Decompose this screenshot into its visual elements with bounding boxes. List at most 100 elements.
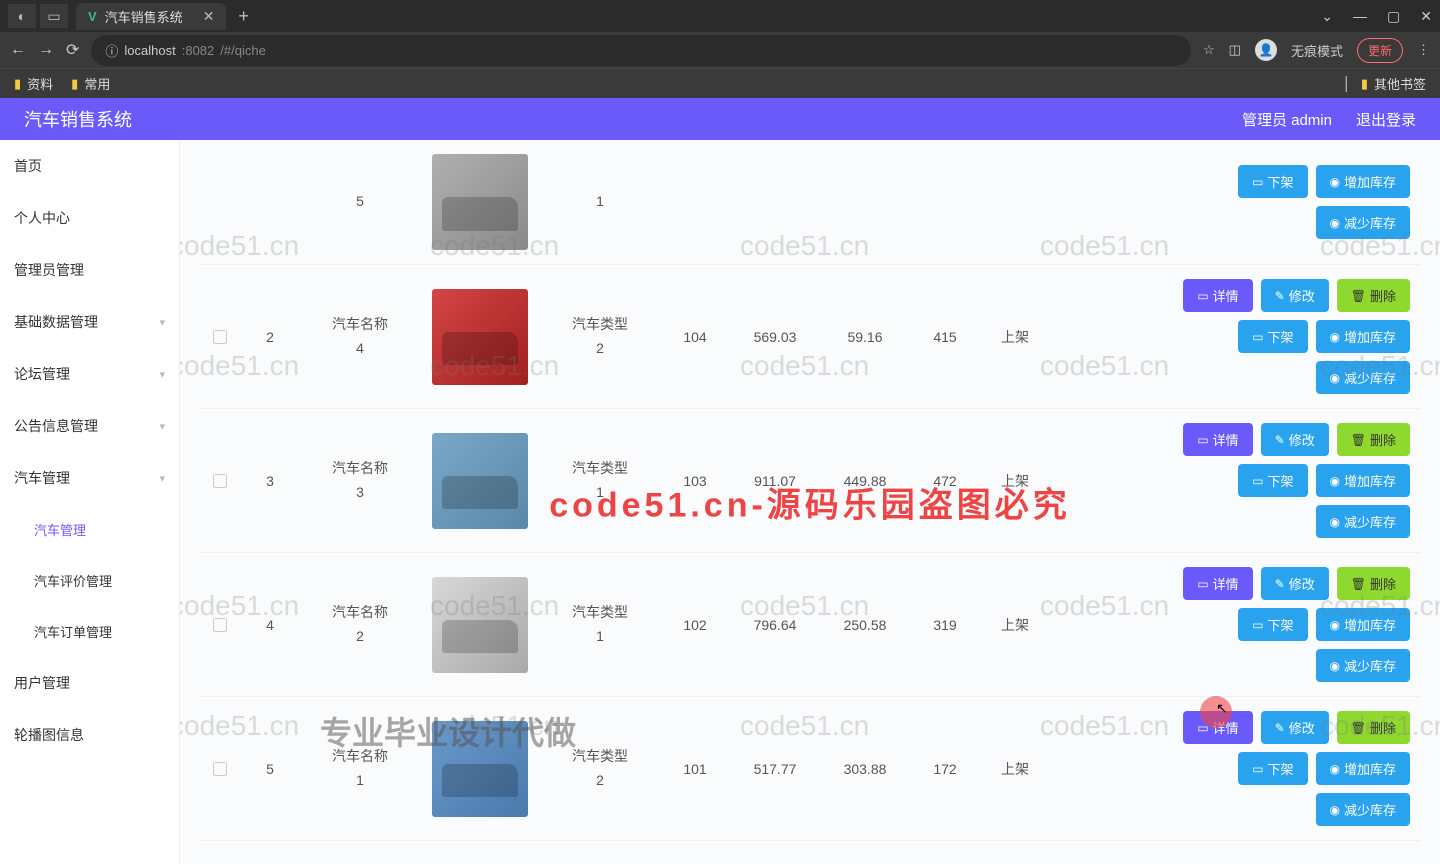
reduce_stock-button[interactable]: ◉减少库存: [1316, 649, 1411, 682]
site-info-icon[interactable]: ⓘ: [105, 41, 118, 60]
unshelve-icon: ▭: [1252, 175, 1263, 189]
folder-icon: ▮: [71, 76, 78, 92]
sidebar-item-9[interactable]: 汽车订单管理: [0, 606, 179, 657]
window-tab-2[interactable]: ▭: [40, 4, 68, 28]
car-name: 5: [300, 190, 420, 214]
row-checkbox[interactable]: [213, 762, 227, 776]
reduce_stock-button[interactable]: ◉减少库存: [1316, 206, 1411, 239]
reduce_stock-button[interactable]: ◉减少库存: [1316, 361, 1411, 394]
sidebar-item-6[interactable]: 汽车管理▾: [0, 452, 179, 504]
col-n3: 59.16: [820, 329, 910, 345]
col-n2: 569.03: [730, 329, 820, 345]
reduce_stock-icon: ◉: [1330, 216, 1340, 230]
unshelve-button[interactable]: ▭下架: [1238, 752, 1307, 785]
new-tab-button[interactable]: +: [238, 6, 249, 27]
window-tab-1[interactable]: ◐: [8, 4, 36, 28]
unshelve-icon: ▭: [1252, 618, 1263, 632]
reduce_stock-button[interactable]: ◉减少库存: [1316, 793, 1411, 826]
edit-button[interactable]: ✎修改: [1261, 423, 1329, 456]
unshelve-button[interactable]: ▭下架: [1238, 320, 1307, 353]
url-path: /#/qiche: [220, 43, 266, 58]
detail-button[interactable]: ▭详情: [1183, 567, 1252, 600]
update-button[interactable]: 更新: [1357, 38, 1403, 63]
add_stock-button[interactable]: ◉增加库存: [1316, 320, 1411, 353]
add_stock-button[interactable]: ◉增加库存: [1316, 464, 1411, 497]
row-operations: ▭详情 ✎修改🗑删除 ▭下架 ◉增加库存 ◉减少库存: [1050, 279, 1420, 394]
col-n4: 472: [910, 473, 980, 489]
chevron-down-icon: ▾: [159, 472, 165, 485]
tab-close-icon[interactable]: ✕: [203, 8, 215, 25]
bookmark-folder-1[interactable]: ▮ 资料: [14, 74, 53, 93]
sidebar-item-11[interactable]: 轮播图信息: [0, 709, 179, 761]
extensions-icon[interactable]: ◫: [1229, 42, 1241, 58]
edit-button[interactable]: ✎修改: [1261, 567, 1329, 600]
reduce_stock-icon: ◉: [1330, 371, 1340, 385]
sidebar-item-4[interactable]: 论坛管理▾: [0, 348, 179, 400]
nav-back-icon[interactable]: ←: [10, 41, 26, 59]
tab-title: 汽车销售系统: [105, 7, 183, 26]
delete-button[interactable]: 🗑删除: [1337, 423, 1410, 456]
other-bookmarks[interactable]: ▮ 其他书签: [1361, 74, 1426, 93]
col-n1: 101: [660, 761, 730, 777]
unshelve-button[interactable]: ▭下架: [1238, 464, 1307, 497]
sidebar-item-7[interactable]: 汽车管理: [0, 504, 179, 555]
window-dropdown-icon[interactable]: ⌄: [1321, 8, 1333, 25]
status-label: 上架: [980, 759, 1050, 779]
nav-forward-icon[interactable]: →: [38, 41, 54, 59]
incognito-label: 无痕模式: [1291, 41, 1343, 60]
sidebar-item-10[interactable]: 用户管理: [0, 657, 179, 709]
window-minimize-icon[interactable]: —: [1353, 8, 1367, 25]
add_stock-button[interactable]: ◉增加库存: [1316, 752, 1411, 785]
app-title: 汽车销售系统: [24, 106, 132, 132]
reduce_stock-button[interactable]: ◉减少库存: [1316, 505, 1411, 538]
delete-button[interactable]: 🗑删除: [1337, 711, 1410, 744]
sidebar: 首页个人中心管理员管理基础数据管理▾论坛管理▾公告信息管理▾汽车管理▾汽车管理汽…: [0, 140, 180, 864]
sidebar-item-label: 个人中心: [14, 208, 70, 228]
col-n3: 250.58: [820, 617, 910, 633]
reduce_stock-icon: ◉: [1330, 659, 1340, 673]
sidebar-item-5[interactable]: 公告信息管理▾: [0, 400, 179, 452]
detail-button[interactable]: ▭详情: [1183, 711, 1252, 744]
detail-button[interactable]: ▭详情: [1183, 279, 1252, 312]
sidebar-item-8[interactable]: 汽车评价管理: [0, 555, 179, 606]
sidebar-item-1[interactable]: 个人中心: [0, 192, 179, 244]
url-bar[interactable]: ⓘ localhost:8082/#/qiche: [91, 35, 1191, 66]
app-header: 汽车销售系统 管理员 admin 退出登录: [0, 98, 1440, 140]
delete-icon: 🗑: [1351, 577, 1366, 591]
nav-reload-icon[interactable]: ⟳: [66, 40, 79, 60]
row-index: 4: [240, 617, 300, 633]
admin-label[interactable]: 管理员 admin: [1242, 109, 1332, 130]
delete-button[interactable]: 🗑删除: [1337, 567, 1410, 600]
unshelve-icon: ▭: [1252, 762, 1263, 776]
row-index: 2: [240, 329, 300, 345]
window-maximize-icon[interactable]: ▢: [1387, 8, 1400, 25]
detail-icon: ▭: [1197, 577, 1208, 591]
edit-button[interactable]: ✎修改: [1261, 711, 1329, 744]
menu-icon[interactable]: ⋮: [1417, 42, 1430, 58]
edit-button[interactable]: ✎修改: [1261, 279, 1329, 312]
sidebar-item-2[interactable]: 管理员管理: [0, 244, 179, 296]
row-checkbox[interactable]: [213, 330, 227, 344]
unshelve-button[interactable]: ▭下架: [1238, 165, 1307, 198]
sidebar-item-label: 公告信息管理: [14, 416, 98, 436]
unshelve-icon: ▭: [1252, 474, 1263, 488]
browser-tab-active[interactable]: V 汽车销售系统 ✕: [76, 3, 226, 30]
delete-button[interactable]: 🗑删除: [1337, 279, 1410, 312]
detail-button[interactable]: ▭详情: [1183, 423, 1252, 456]
add_stock-button[interactable]: ◉增加库存: [1316, 165, 1411, 198]
col-n1: 104: [660, 329, 730, 345]
bookmark-folder-2[interactable]: ▮ 常用: [71, 74, 110, 93]
table-row: 4汽车名称2汽车类型1102796.64250.58319上架▭详情✎修改🗑删除…: [200, 553, 1420, 697]
reduce_stock-icon: ◉: [1330, 803, 1340, 817]
row-checkbox[interactable]: [213, 474, 227, 488]
col-n2: 911.07: [730, 473, 820, 489]
logout-link[interactable]: 退出登录: [1356, 109, 1416, 130]
star-icon[interactable]: ☆: [1203, 42, 1215, 58]
unshelve-button[interactable]: ▭下架: [1238, 608, 1307, 641]
add_stock-button[interactable]: ◉增加库存: [1316, 608, 1411, 641]
window-close-icon[interactable]: ✕: [1420, 8, 1432, 25]
sidebar-item-0[interactable]: 首页: [0, 140, 179, 192]
sidebar-item-3[interactable]: 基础数据管理▾: [0, 296, 179, 348]
unshelve-icon: ▭: [1252, 330, 1263, 344]
row-checkbox[interactable]: [213, 618, 227, 632]
